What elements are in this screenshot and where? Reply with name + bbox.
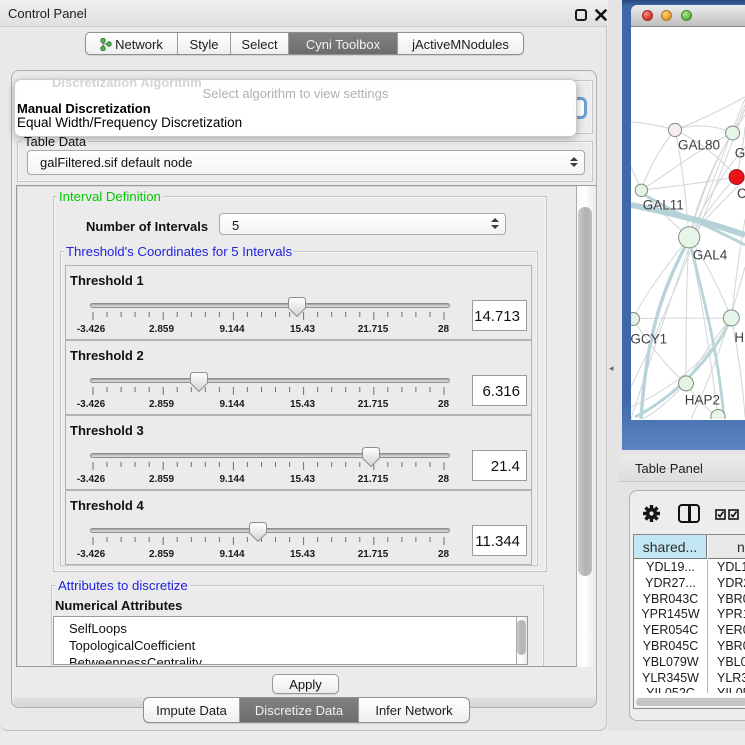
svg-text:9.144: 9.144 [219,324,244,335]
svg-text:15.43: 15.43 [290,474,315,485]
svg-text:15.43: 15.43 [290,399,315,410]
svg-text:2.859: 2.859 [149,549,174,560]
svg-text:-3.426: -3.426 [77,324,106,335]
svg-text:28: 28 [438,399,450,410]
svg-text:2.859: 2.859 [149,324,174,335]
svg-text:28: 28 [438,474,450,485]
svg-text:GAL11: GAL11 [643,197,684,212]
svg-text:2.859: 2.859 [149,399,174,410]
svg-text:GCY1: GCY1 [631,332,667,347]
svg-text:2.859: 2.859 [149,474,174,485]
svg-text:-3.426: -3.426 [77,474,106,485]
svg-text:-3.426: -3.426 [77,549,106,560]
svg-text:G.: G. [735,146,745,161]
svg-text:28: 28 [438,324,450,335]
svg-text:H: H [734,330,744,345]
svg-text:21.715: 21.715 [358,474,389,485]
svg-text:9.144: 9.144 [219,474,244,485]
svg-text:21.715: 21.715 [358,399,389,410]
svg-text:28: 28 [438,549,450,560]
svg-text:HAP2: HAP2 [685,392,720,407]
svg-text:15.43: 15.43 [290,324,315,335]
svg-text:15.43: 15.43 [290,549,315,560]
svg-text:GAL80: GAL80 [678,138,720,153]
svg-text:-3.426: -3.426 [77,399,106,410]
svg-text:9.144: 9.144 [219,399,244,410]
svg-text:9.144: 9.144 [219,549,244,560]
svg-text:21.715: 21.715 [358,549,389,560]
svg-text:C: C [737,186,745,201]
svg-text:GAL4: GAL4 [693,247,728,262]
svg-text:21.715: 21.715 [358,324,389,335]
